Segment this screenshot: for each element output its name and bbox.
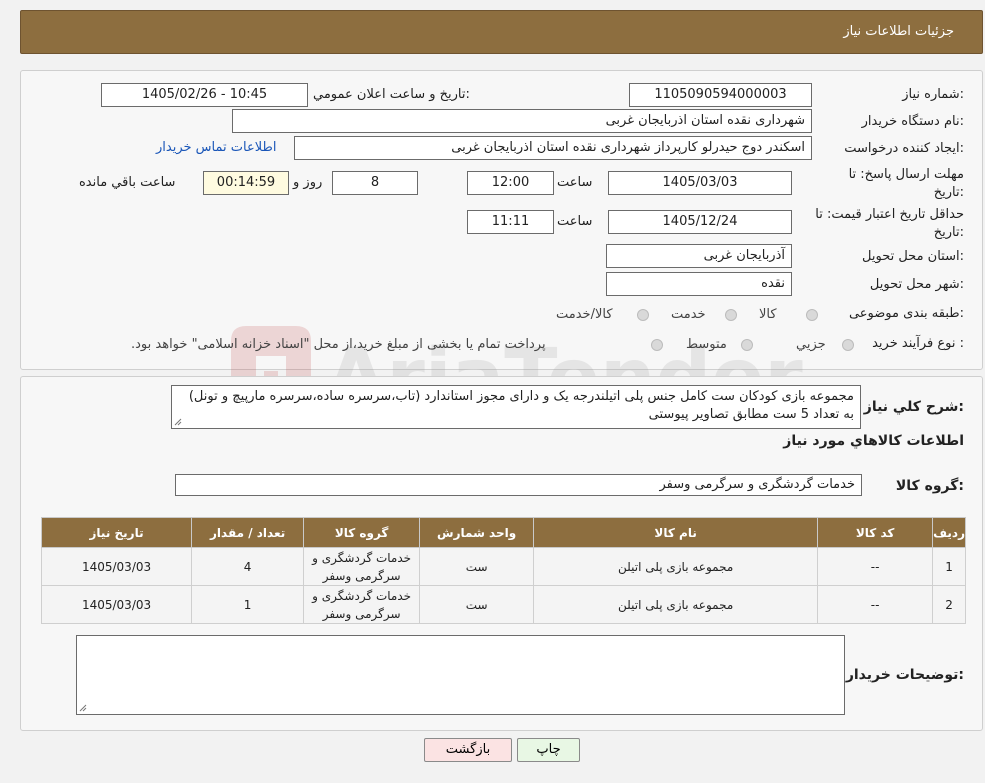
deadline-time-field[interactable]: 12:00 [467, 171, 554, 195]
category-option-service-radio[interactable] [725, 309, 737, 321]
validity-label-2: تاريخ: [933, 225, 964, 240]
city-label: شهر محل تحويل: [869, 277, 964, 292]
creator-field[interactable]: اسکندر دوج حیدرلو کارپرداز شهرداری نقده … [294, 136, 812, 160]
announce-field[interactable]: 1405/02/26 - 10:45 [101, 83, 308, 107]
cell-group: خدمات گردشگری و سرگرمی وسفر [303, 585, 421, 624]
days-field[interactable]: 8 [332, 171, 418, 195]
table-row[interactable]: 1 -- مجموعه بازی پلی اتیلن ست خدمات گردش… [40, 547, 966, 586]
deadline-label: مهلت ارسال پاسخ: تا [848, 167, 964, 182]
col-header-name: نام کالا [533, 517, 819, 548]
cell-row-num: 1 [932, 547, 966, 586]
cell-code: -- [817, 547, 934, 586]
col-header-group: گروه کالا [303, 517, 421, 548]
cell-name: مجموعه بازی پلی اتیلن [533, 547, 819, 586]
process-option-medium-radio[interactable] [741, 339, 753, 351]
cell-unit: ست [419, 547, 535, 586]
col-header-date: تاريخ نياز [40, 517, 193, 548]
days-label: روز و [293, 175, 323, 190]
process-option-minor-radio[interactable] [842, 339, 854, 351]
deadline-date-field[interactable]: 1405/03/03 [608, 171, 792, 195]
category-option-service-label: خدمت [671, 307, 706, 322]
summary-label: شرح کلي نياز: [863, 399, 964, 415]
deadline-label-2: تاریخ: [933, 185, 964, 200]
creator-label: ايجاد کننده درخواست: [844, 141, 964, 156]
col-header-row-num: رديف [932, 517, 966, 548]
process-label: نوع فرآيند خريد : [872, 336, 964, 351]
need-number-label: شماره نیاز: [902, 87, 964, 102]
cell-row-num: 2 [932, 585, 966, 624]
table-row[interactable]: 2 -- مجموعه بازی پلی اتیلن ست خدمات گردش… [40, 585, 966, 624]
back-button[interactable]: بازگشت [424, 738, 512, 762]
goods-table: رديف کد کالا نام کالا واحد شمارش گروه کا… [40, 517, 966, 624]
validity-date-field[interactable]: 1405/12/24 [608, 210, 792, 234]
cell-name: مجموعه بازی پلی اتیلن [533, 585, 819, 624]
cell-unit: ست [419, 585, 535, 624]
buyer-field[interactable]: شهرداری نقده استان اذربایجان غربی [232, 109, 812, 133]
goods-info-title: اطلاعات کالاهاي مورد نياز [783, 433, 964, 449]
remaining-time-field: 00:14:59 [203, 171, 289, 195]
summary-field[interactable]: مجموعه بازی کودکان ست کامل جنس پلی اتیلن… [171, 385, 861, 429]
need-info-panel: AriaTender.neT شماره نیاز: 1105090594000… [20, 70, 983, 423]
cell-date: 1405/03/03 [40, 547, 193, 586]
process-note: پرداخت تمام يا بخشی از مبلغ خريد،از محل … [131, 337, 546, 352]
goods-group-label: گروه کالا: [895, 478, 964, 494]
print-button[interactable]: چاپ [517, 738, 580, 762]
validity-time-field[interactable]: 11:11 [467, 210, 554, 234]
col-header-unit: واحد شمارش [419, 517, 535, 548]
category-option-goods-label: کالا [759, 307, 777, 322]
page-title: جزئیات اطلاعات نیاز [843, 24, 954, 39]
announce-label: تاریخ و ساعت اعلان عمومي: [313, 87, 470, 102]
buyer-notes-label: توضيحات خريدار: [845, 667, 964, 683]
validity-label: حداقل تاريخ اعتبار قيمت: تا [815, 207, 964, 222]
cell-group: خدمات گردشگری و سرگرمی وسفر [303, 547, 421, 586]
deadline-time-label: ساعت [557, 175, 593, 190]
buyer-notes-field[interactable] [76, 635, 845, 715]
process-option-medium-label: متوسط [686, 337, 727, 352]
process-option-treasury-radio[interactable] [651, 339, 663, 351]
need-number-field[interactable]: 1105090594000003 [629, 83, 812, 107]
col-header-code: کد کالا [817, 517, 934, 548]
category-label: طبقه بندی موضوعی: [848, 306, 964, 321]
cell-date: 1405/03/03 [40, 585, 193, 624]
col-header-qty: تعداد / مقدار [191, 517, 305, 548]
process-option-minor-label: جزيي [796, 337, 826, 352]
validity-time-label: ساعت [557, 214, 593, 229]
cell-code: -- [817, 585, 934, 624]
category-option-goods-radio[interactable] [806, 309, 818, 321]
goods-group-field[interactable]: خدمات گردشگری و سرگرمی وسفر [175, 474, 862, 496]
buyer-label: نام دستگاه خريدار: [861, 114, 964, 129]
remaining-label: ساعت باقي مانده [79, 175, 176, 190]
table-header-row: رديف کد کالا نام کالا واحد شمارش گروه کا… [40, 517, 966, 548]
cell-qty: 1 [191, 585, 305, 624]
summary-text: مجموعه بازی کودکان ست کامل جنس پلی اتیلن… [188, 389, 854, 422]
province-field[interactable]: آذربایجان غربی [606, 244, 792, 268]
page-header: جزئیات اطلاعات نیاز [20, 10, 983, 54]
cell-qty: 4 [191, 547, 305, 586]
category-option-both-radio[interactable] [637, 309, 649, 321]
province-label: استان محل تحويل: [862, 249, 964, 264]
category-option-both-label: کالا/خدمت [556, 307, 613, 322]
details-panel: شرح کلي نياز: مجموعه بازی کودکان ست کامل… [20, 376, 983, 731]
city-field[interactable]: نقده [606, 272, 792, 296]
resize-handle-icon[interactable] [174, 418, 182, 426]
buyer-contact-link[interactable]: اطلاعات تماس خريدار [156, 140, 276, 155]
resize-handle-icon[interactable] [79, 704, 87, 712]
